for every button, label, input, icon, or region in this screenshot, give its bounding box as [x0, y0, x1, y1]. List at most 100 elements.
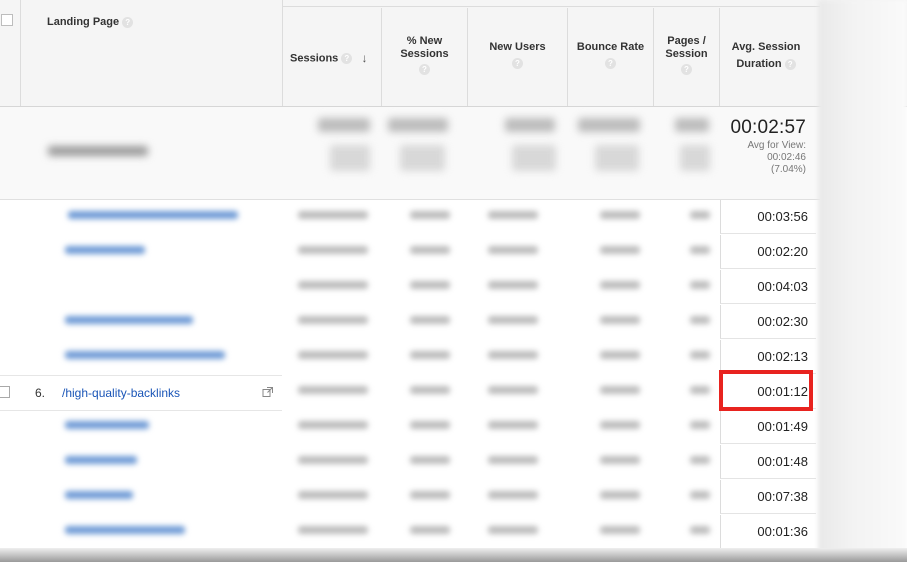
blurred-cell [600, 456, 640, 464]
blurred-cell [600, 351, 640, 359]
header-avg-session-duration[interactable]: Avg. Session Duration ? [720, 41, 812, 71]
blurred-cell [298, 491, 368, 499]
blurred-link [65, 421, 149, 429]
header-label: Sessions [400, 48, 449, 60]
header-label: New Users [489, 41, 546, 53]
blurred-cell [298, 351, 368, 359]
avg-for-view-pct: (7.04%) [770, 164, 806, 175]
blurred-cell [410, 351, 450, 359]
summary-duration-value: 00:02:57 [730, 117, 806, 138]
header-bounce-rate[interactable]: Bounce Rate ? [568, 41, 653, 70]
blurred-cell [600, 246, 640, 254]
header-pages-session[interactable]: Pages / Session ? [654, 35, 719, 76]
blurred-cell [488, 491, 538, 499]
blurred-cell [298, 421, 368, 429]
blurred-cell [410, 316, 450, 324]
row-index: 6. [35, 386, 46, 400]
header-label: Sessions [290, 52, 339, 65]
blurred-cell [488, 211, 538, 219]
help-icon[interactable]: ? [341, 53, 353, 64]
blurred-cell [298, 246, 368, 254]
summary-avg-session-duration: 00:02:57 Avg for View: 00:02:46 (7.04%) [720, 107, 816, 199]
blurred-summary-value [318, 118, 370, 132]
blurred-cell [690, 386, 710, 394]
duration-cell: 00:02:30 [720, 305, 816, 339]
blurred-summary-sub [595, 145, 639, 171]
avg-for-view-value: 00:02:46 [767, 152, 806, 163]
avg-for-view-note: Avg for View: 00:02:46 (7.04%) [747, 140, 806, 176]
blurred-cell [488, 526, 538, 534]
blurred-cell [600, 491, 640, 499]
header-label: Duration [736, 58, 782, 70]
select-all-checkbox[interactable] [1, 14, 13, 26]
blurred-summary-sub [330, 145, 370, 171]
sort-descending-icon[interactable]: ↓ [361, 51, 367, 65]
header-label: Avg. Session [731, 41, 801, 53]
screen-bottom-edge [0, 548, 907, 562]
duration-cell: 00:07:38 [720, 480, 816, 514]
table-row-highlighted[interactable]: 6. /high-quality-backlinks [0, 375, 282, 411]
column-divider [282, 0, 283, 106]
blurred-cell [690, 526, 710, 534]
blurred-cell [690, 281, 710, 289]
blurred-link [65, 491, 133, 499]
blurred-link [65, 456, 137, 464]
row-checkbox[interactable] [0, 386, 10, 398]
header-label: Pages / [667, 35, 706, 47]
blurred-cell [298, 316, 368, 324]
header-label: % New [406, 35, 443, 47]
landing-page-link[interactable]: /high-quality-backlinks [62, 386, 180, 400]
blurred-cell [298, 386, 368, 394]
header-new-users[interactable]: New Users ? [468, 41, 567, 70]
blurred-summary-sub [512, 145, 556, 171]
blurred-cell [600, 316, 640, 324]
blurred-summary-sub [680, 145, 710, 171]
blurred-cell [410, 281, 450, 289]
blurred-cell [410, 491, 450, 499]
help-icon[interactable]: ? [122, 16, 134, 28]
blurred-right-edge [818, 0, 907, 562]
blurred-cell [600, 526, 640, 534]
blurred-cell [690, 491, 710, 499]
blurred-cell [690, 246, 710, 254]
blurred-cell [488, 281, 538, 289]
blurred-summary-value [388, 118, 448, 132]
blurred-cell [298, 211, 368, 219]
help-icon[interactable]: ? [784, 58, 796, 70]
blurred-summary-value [505, 118, 555, 132]
header-landing-page[interactable]: Landing Page ? [47, 16, 134, 29]
blurred-cell [298, 526, 368, 534]
duration-cell: 00:04:03 [720, 270, 816, 304]
blurred-cell [298, 456, 368, 464]
help-icon[interactable]: ? [681, 63, 692, 75]
blurred-cell [488, 246, 538, 254]
blurred-cell [410, 246, 450, 254]
blurred-summary-sub [400, 145, 445, 171]
blurred-link [65, 316, 193, 324]
blurred-summary-value [578, 118, 640, 132]
highlight-box [719, 370, 813, 411]
help-icon[interactable]: ? [419, 63, 430, 75]
open-page-icon[interactable] [262, 385, 274, 397]
blurred-cell [690, 211, 710, 219]
blurred-cell [488, 421, 538, 429]
duration-cell: 00:03:56 [720, 200, 816, 234]
header-sessions[interactable]: Sessions ? ↓ [290, 52, 382, 65]
blurred-cell [488, 386, 538, 394]
duration-cell: 00:01:49 [720, 410, 816, 444]
blurred-cell [690, 456, 710, 464]
blurred-cell [600, 386, 640, 394]
blurred-cell [410, 386, 450, 394]
summary-total-label-blurred [48, 146, 148, 156]
help-icon[interactable]: ? [512, 57, 523, 69]
header-group-line [283, 6, 820, 7]
header-pct-new-sessions[interactable]: % New Sessions ? [382, 35, 467, 76]
blurred-cell [600, 281, 640, 289]
help-icon[interactable]: ? [605, 57, 616, 69]
blurred-cell [600, 211, 640, 219]
blurred-cell [488, 456, 538, 464]
blurred-cell [488, 316, 538, 324]
column-divider [20, 0, 21, 106]
duration-cell: 00:02:20 [720, 235, 816, 269]
blurred-summary-value [675, 118, 709, 132]
